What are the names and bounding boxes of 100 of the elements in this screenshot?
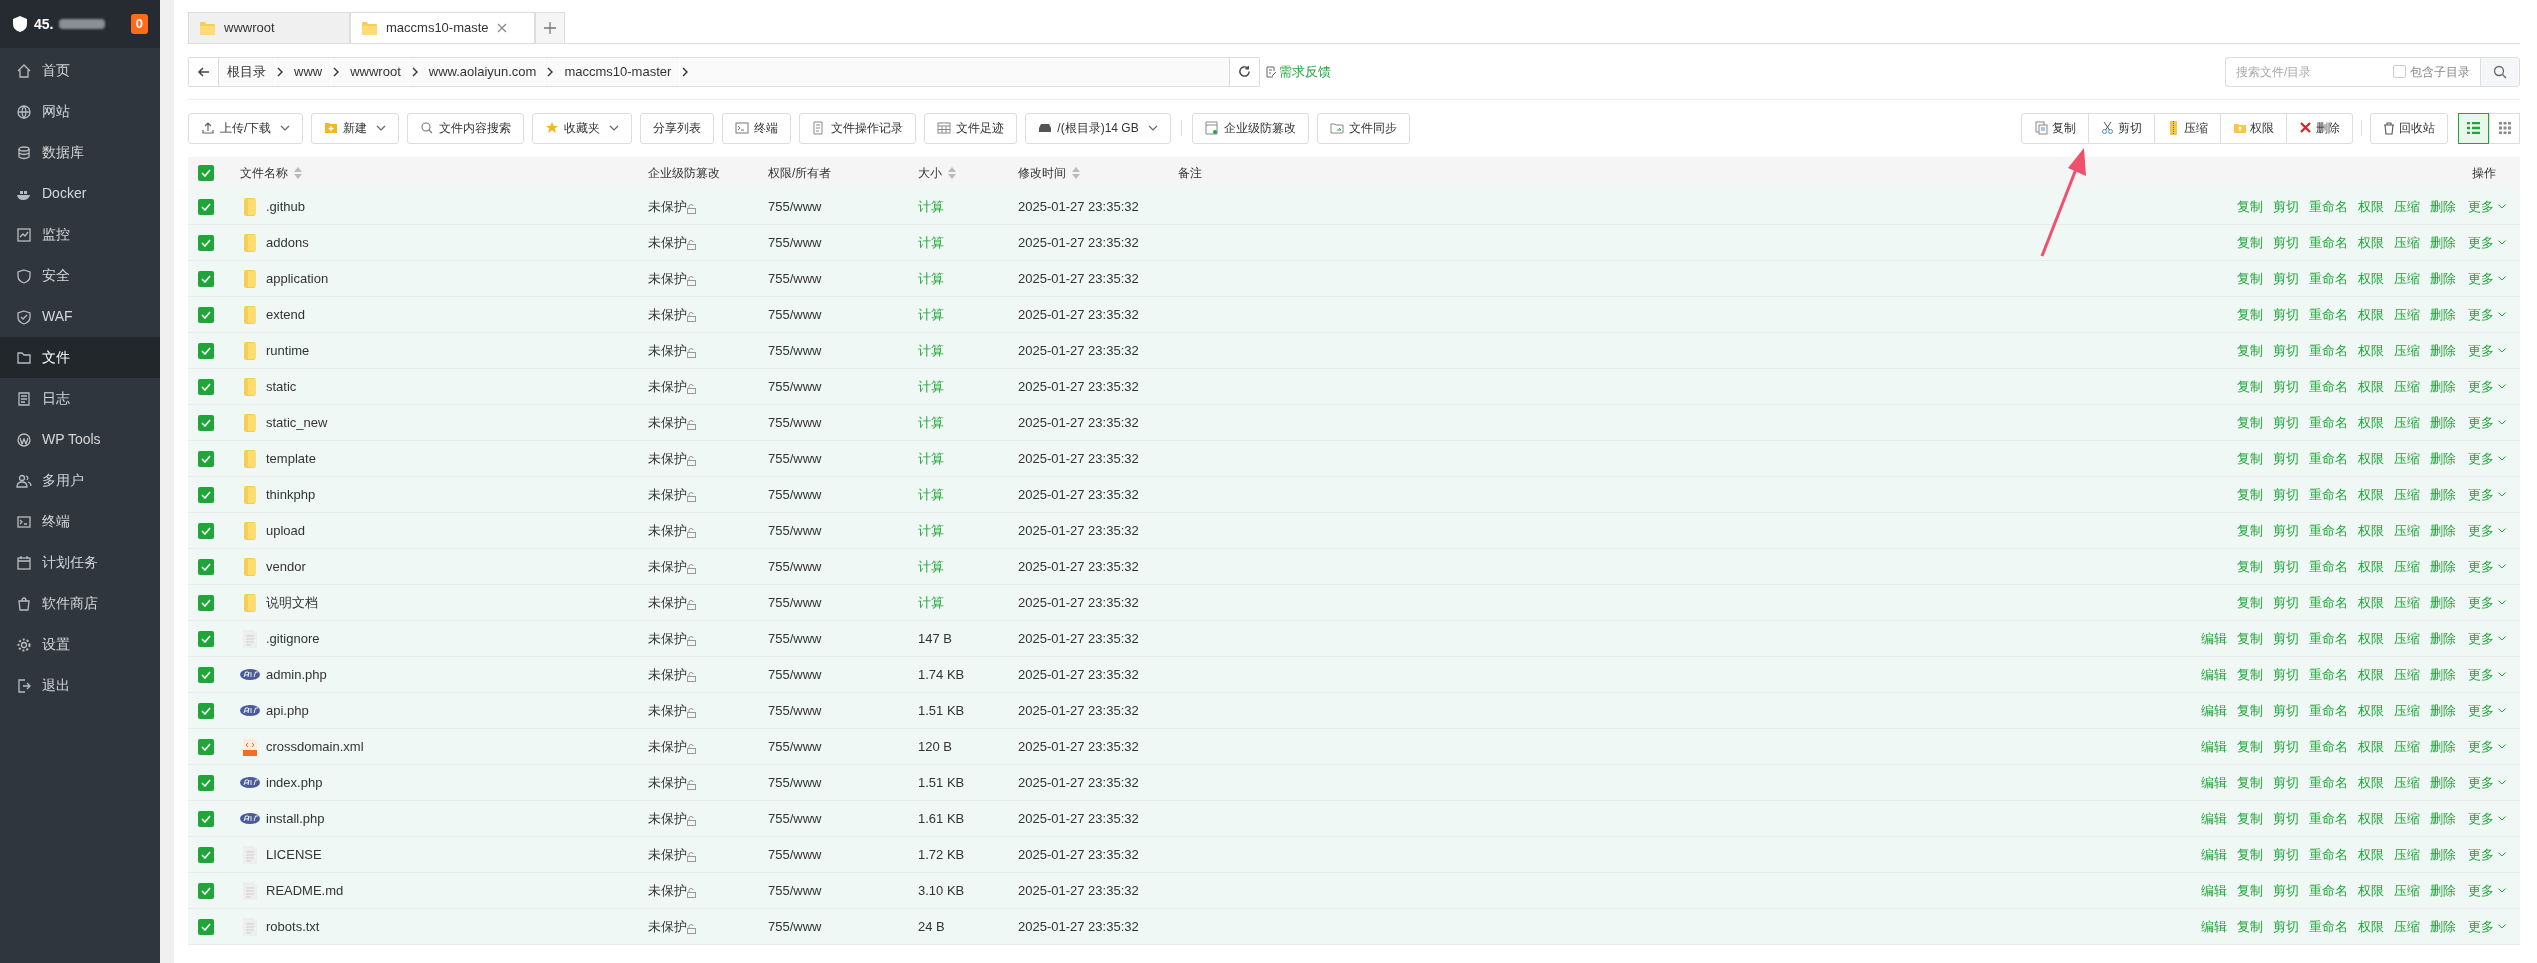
file-name[interactable]: crossdomain.xml xyxy=(266,736,364,757)
more-link[interactable]: 更多 xyxy=(2468,412,2506,433)
checkbox[interactable] xyxy=(198,414,214,431)
action-link[interactable]: 权限 xyxy=(2358,736,2384,757)
calculate-link[interactable]: 计算 xyxy=(918,270,944,286)
action-link[interactable]: 剪切 xyxy=(2273,484,2299,505)
calculate-link[interactable]: 计算 xyxy=(918,378,944,394)
search-field[interactable]: 搜索文件/目录 xyxy=(2225,56,2380,87)
sidebar-item[interactable]: 监控 xyxy=(0,214,160,255)
sidebar-item[interactable]: WP Tools xyxy=(0,419,160,460)
toolbar-button[interactable]: 终端 xyxy=(722,112,792,144)
action-link[interactable]: 删除 xyxy=(2430,808,2456,829)
action-link[interactable]: 剪切 xyxy=(2273,592,2299,613)
action-link[interactable]: 删除 xyxy=(2430,520,2456,541)
more-link[interactable]: 更多 xyxy=(2468,232,2506,253)
more-link[interactable]: 更多 xyxy=(2468,772,2506,793)
action-link[interactable]: 复制 xyxy=(2237,772,2263,793)
action-link[interactable]: 编辑 xyxy=(2201,880,2227,901)
refresh-button[interactable] xyxy=(1229,57,1259,86)
action-link[interactable]: 剪切 xyxy=(2273,808,2299,829)
file-name[interactable]: static_new xyxy=(266,412,328,433)
breadcrumb-item[interactable]: www xyxy=(286,57,332,86)
action-link[interactable]: 复制 xyxy=(2237,880,2263,901)
checkbox[interactable] xyxy=(198,666,214,683)
tab[interactable]: maccms10-maste xyxy=(350,12,535,43)
action-link[interactable]: 复制 xyxy=(2237,736,2263,757)
action-link[interactable]: 权限 xyxy=(2358,772,2384,793)
action-link[interactable]: 压缩 xyxy=(2394,736,2420,757)
action-link[interactable]: 重命名 xyxy=(2309,880,2348,901)
action-link[interactable]: 剪切 xyxy=(2273,412,2299,433)
more-link[interactable]: 更多 xyxy=(2468,880,2506,901)
action-link[interactable]: 剪切 xyxy=(2273,232,2299,253)
action-link[interactable]: 编辑 xyxy=(2201,808,2227,829)
file-name[interactable]: robots.txt xyxy=(266,916,320,937)
action-link[interactable]: 权限 xyxy=(2358,808,2384,829)
toolbar-button[interactable]: 上传/下载 xyxy=(188,112,304,144)
recycle-bin-button[interactable]: 回收站 xyxy=(2370,112,2448,144)
action-link[interactable]: 压缩 xyxy=(2394,412,2420,433)
action-link[interactable]: 剪切 xyxy=(2273,628,2299,649)
action-link[interactable]: 重命名 xyxy=(2309,520,2348,541)
file-name[interactable]: thinkphp xyxy=(266,484,316,505)
toolbar-button[interactable]: /(根目录)14 GB xyxy=(1025,112,1171,144)
sidebar-item[interactable]: 计划任务 xyxy=(0,542,160,583)
sidebar-item[interactable]: 文件 xyxy=(0,337,160,378)
action-link[interactable]: 权限 xyxy=(2358,448,2384,469)
action-link[interactable]: 删除 xyxy=(2430,736,2456,757)
action-link[interactable]: 复制 xyxy=(2237,448,2263,469)
more-link[interactable]: 更多 xyxy=(2468,268,2506,289)
action-link[interactable]: 剪切 xyxy=(2273,736,2299,757)
sidebar-item[interactable]: 数据库 xyxy=(0,132,160,173)
action-link[interactable]: 复制 xyxy=(2237,268,2263,289)
action-link[interactable]: 复制 xyxy=(2237,844,2263,865)
table-row[interactable]: static_new 未保护 755/www 计算 2025-01-27 23:35:32 复制 剪切 重命名 权限 压缩 删除 更多 xyxy=(188,405,2520,441)
sidebar-item[interactable]: 安全 xyxy=(0,255,160,296)
checkbox[interactable] xyxy=(198,450,214,467)
action-link[interactable]: 编辑 xyxy=(2201,736,2227,757)
more-link[interactable]: 更多 xyxy=(2468,556,2506,577)
action-link[interactable]: 复制 xyxy=(2237,232,2263,253)
toolbar-button[interactable]: 文件内容搜索 xyxy=(407,112,525,144)
calculate-link[interactable]: 计算 xyxy=(918,522,944,538)
action-link[interactable]: 压缩 xyxy=(2394,448,2420,469)
sidebar-item[interactable]: 首页 xyxy=(0,50,160,91)
table-row[interactable]: admin.php 未保护 755/www 1.74 KB 2025-01-27 23:35:32 编辑 复制 剪切 重命名 权限 压缩 删除 更多 xyxy=(188,657,2520,693)
checkbox[interactable] xyxy=(198,738,214,755)
action-link[interactable]: 删除 xyxy=(2430,772,2456,793)
sidebar-item[interactable]: 设置 xyxy=(0,624,160,665)
action-link[interactable]: 复制 xyxy=(2237,412,2263,433)
action-link[interactable]: 编辑 xyxy=(2201,844,2227,865)
action-link[interactable]: 压缩 xyxy=(2394,916,2420,937)
file-name[interactable]: api.php xyxy=(266,700,309,721)
sidebar-item[interactable]: 网站 xyxy=(0,91,160,132)
more-link[interactable]: 更多 xyxy=(2468,628,2506,649)
action-link[interactable]: 重命名 xyxy=(2309,412,2348,433)
action-link[interactable]: 压缩 xyxy=(2394,844,2420,865)
action-link[interactable]: 删除 xyxy=(2430,412,2456,433)
checkbox[interactable] xyxy=(198,306,214,323)
action-link[interactable]: 剪切 xyxy=(2273,844,2299,865)
file-name[interactable]: upload xyxy=(266,520,306,541)
file-name[interactable]: vendor xyxy=(266,556,306,577)
breadcrumb-item[interactable]: wwwroot xyxy=(342,57,410,86)
action-link[interactable]: 压缩 xyxy=(2394,376,2420,397)
checkbox[interactable] xyxy=(198,378,214,395)
table-row[interactable]: 说明文档 未保护 755/www 计算 2025-01-27 23:35:32 复制 剪切 重命名 权限 压缩 删除 更多 xyxy=(188,585,2520,621)
action-link[interactable]: 重命名 xyxy=(2309,304,2348,325)
action-link[interactable]: 压缩 xyxy=(2394,340,2420,361)
sidebar-item[interactable]: 退出 xyxy=(0,665,160,706)
action-link[interactable]: 重命名 xyxy=(2309,556,2348,577)
action-link[interactable]: 压缩 xyxy=(2394,592,2420,613)
checkbox[interactable] xyxy=(198,882,214,899)
action-link[interactable]: 剪切 xyxy=(2273,772,2299,793)
toolbar-button[interactable]: 文件同步 xyxy=(1316,112,1410,144)
action-link[interactable]: 删除 xyxy=(2430,844,2456,865)
action-link[interactable]: 压缩 xyxy=(2394,628,2420,649)
toolbar-button[interactable]: 文件操作记录 xyxy=(799,112,917,144)
breadcrumb-item[interactable]: 根目录 xyxy=(219,57,275,86)
file-name[interactable]: runtime xyxy=(266,340,310,361)
calculate-link[interactable]: 计算 xyxy=(918,198,944,214)
action-link[interactable]: 权限 xyxy=(2358,556,2384,577)
checkbox[interactable] xyxy=(198,558,214,575)
checkbox[interactable] xyxy=(198,342,214,359)
